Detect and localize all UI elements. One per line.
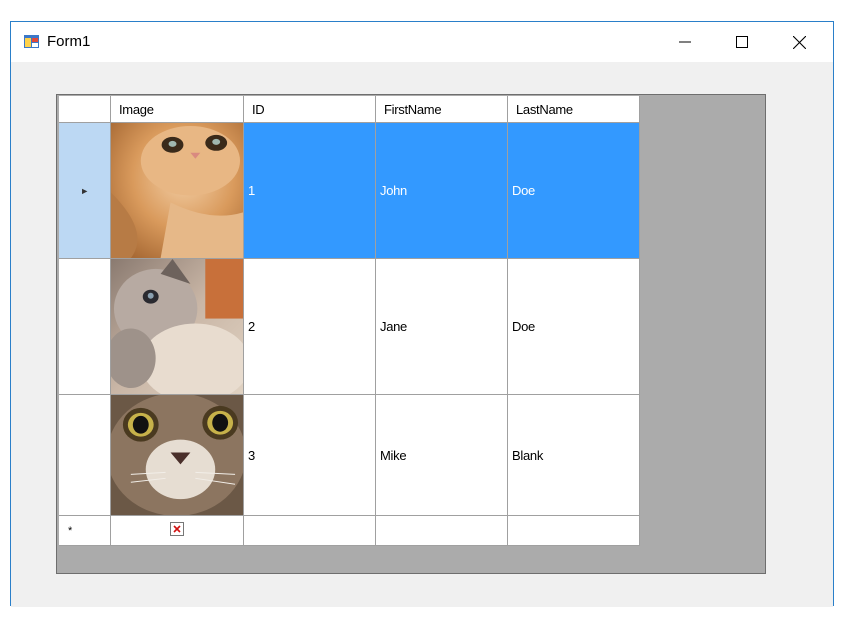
- row-header[interactable]: [59, 259, 111, 395]
- row-header[interactable]: ►: [59, 123, 111, 259]
- top-left-header-cell[interactable]: [59, 96, 111, 123]
- table-row[interactable]: 3 Mike Blank: [59, 395, 640, 516]
- id-cell[interactable]: 1: [244, 123, 376, 259]
- form-client-area: Image ID FirstName LastName ► 1 John Doe…: [11, 62, 833, 607]
- window-title: Form1: [47, 33, 91, 50]
- form-window: Form1 Image ID FirstName LastName ► 1 Jo…: [10, 21, 834, 607]
- lastname-cell[interactable]: Doe: [508, 259, 640, 395]
- row-header[interactable]: [59, 395, 111, 516]
- current-row-arrow-icon: ►: [80, 185, 89, 196]
- id-cell[interactable]: 2: [244, 259, 376, 395]
- image-cell[interactable]: [111, 395, 244, 516]
- new-row-asterisk-icon: *: [68, 524, 72, 537]
- maximize-button[interactable]: [719, 22, 765, 62]
- new-row[interactable]: *: [59, 516, 640, 546]
- id-cell[interactable]: [244, 516, 376, 546]
- firstname-cell[interactable]: John: [376, 123, 508, 259]
- firstname-cell[interactable]: Mike: [376, 395, 508, 516]
- minimize-icon: [679, 41, 691, 43]
- lastname-cell[interactable]: Blank: [508, 395, 640, 516]
- image-cell[interactable]: [111, 123, 244, 259]
- id-cell[interactable]: 3: [244, 395, 376, 516]
- column-header-image[interactable]: Image: [111, 96, 244, 123]
- lastname-cell[interactable]: [508, 516, 640, 546]
- row-header[interactable]: *: [59, 516, 111, 546]
- close-icon: [792, 35, 806, 49]
- data-grid-view[interactable]: Image ID FirstName LastName ► 1 John Doe…: [56, 94, 766, 574]
- firstname-cell[interactable]: [376, 516, 508, 546]
- close-button[interactable]: [776, 22, 822, 62]
- lastname-cell[interactable]: Doe: [508, 123, 640, 259]
- firstname-cell[interactable]: Jane: [376, 259, 508, 395]
- orange-kitten-photo: [111, 123, 243, 258]
- maximize-icon: [736, 36, 748, 48]
- column-header-row: Image ID FirstName LastName: [59, 96, 640, 123]
- column-header-lastname[interactable]: LastName: [508, 96, 640, 123]
- column-header-firstname[interactable]: FirstName: [376, 96, 508, 123]
- wide-eyed-cat-photo: [111, 395, 243, 515]
- minimize-button[interactable]: [662, 22, 708, 62]
- table-row[interactable]: 2 Jane Doe: [59, 259, 640, 395]
- title-bar[interactable]: Form1: [11, 22, 833, 62]
- table-row[interactable]: ► 1 John Doe: [59, 123, 640, 259]
- image-cell[interactable]: [111, 516, 244, 546]
- form-icon: [24, 34, 40, 50]
- red-x-icon: [170, 522, 184, 539]
- image-cell[interactable]: [111, 259, 244, 395]
- grey-white-kitten-photo: [111, 259, 243, 394]
- column-header-id[interactable]: ID: [244, 96, 376, 123]
